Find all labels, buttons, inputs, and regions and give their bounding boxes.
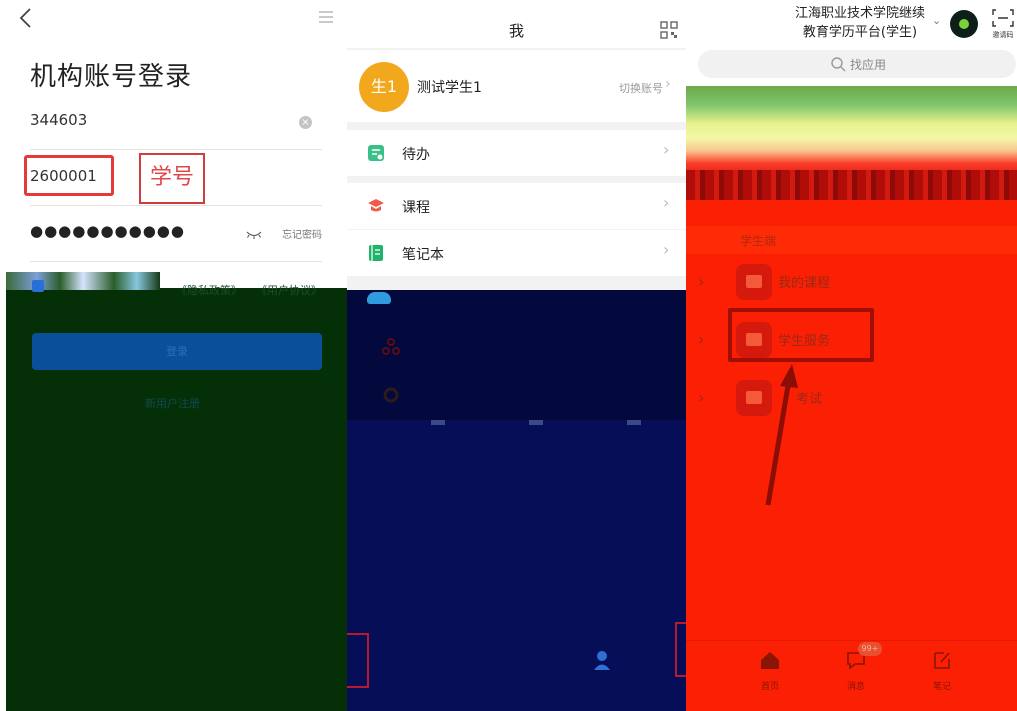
chevron-right-icon: ›: [698, 272, 705, 291]
tab-indicator: [431, 420, 445, 425]
annotation-label: 学号: [139, 153, 205, 204]
search-placeholder: 找应用: [850, 58, 887, 72]
menu-item-label: 课程: [402, 200, 430, 216]
student-id-highlight: [24, 155, 114, 196]
dark-overlay-lower: [347, 420, 686, 711]
section-title: 学生端: [740, 234, 777, 248]
chevron-right-icon: ›: [663, 193, 670, 212]
chevron-right-icon: ›: [665, 76, 671, 92]
chevron-right-icon: ›: [698, 388, 705, 407]
menu-item-course[interactable]: 课程 ›: [347, 183, 686, 229]
section-header: 学生端: [686, 226, 1017, 254]
settings-icon: [383, 387, 399, 403]
app-item-exam[interactable]: › 考试: [686, 376, 1017, 424]
annotation-arrow: [765, 364, 798, 506]
school-name-line2: 教育学历平台(学生): [802, 25, 918, 40]
avatar: 生1: [359, 62, 409, 112]
back-arrow-icon[interactable]: [16, 6, 36, 30]
menu-item-notebook[interactable]: 笔记本 ›: [347, 230, 686, 276]
privacy-policy-link[interactable]: 《隐私政策》: [176, 282, 242, 298]
student-service-highlight: [728, 308, 874, 362]
login-button[interactable]: 登录: [32, 333, 322, 370]
qr-code-icon[interactable]: [660, 21, 678, 39]
cloud-icon: [367, 292, 391, 304]
student-app-screen: 江海职业技术学院继续 教育学历平台(学生) ⌄ 邀请码 找应用 学生端 › 我的…: [686, 0, 1017, 711]
header: 我: [347, 0, 686, 48]
profile-card[interactable]: 生1 测试学生1 切换账号 ›: [347, 50, 686, 122]
register-link[interactable]: 新用户注册: [145, 395, 200, 411]
invite-code-label: 邀请码: [992, 31, 1014, 39]
search-input[interactable]: 找应用: [698, 50, 1016, 78]
me-screen: 我 生1 测试学生1 切换账号 › 待办 › 课程 › 笔记本 ›: [347, 0, 686, 711]
share-icon: [382, 338, 400, 355]
forgot-password-link[interactable]: 忘记密码: [282, 226, 322, 241]
org-code-field[interactable]: 344603 ×: [30, 94, 322, 150]
bottom-tab-bar: 首页 消息 笔记: [686, 640, 1017, 711]
tab-home[interactable]: 首页: [740, 649, 800, 699]
school-name-line1: 江海职业技术学院继续: [794, 6, 925, 21]
invite-code-button[interactable]: 邀请码: [992, 8, 1014, 39]
scan-icon: [992, 9, 1014, 27]
tab-message[interactable]: 消息: [826, 649, 886, 699]
annotation-frame: [675, 622, 686, 677]
home-icon: [761, 652, 779, 669]
app-item-label: 我的课程: [778, 276, 831, 291]
tab-label: 消息: [846, 682, 865, 692]
agree-checkbox[interactable]: [32, 280, 44, 292]
menu-icon[interactable]: [318, 11, 334, 23]
todo-icon: [368, 145, 384, 161]
menu-item-todo[interactable]: 待办 ›: [347, 130, 686, 176]
tab-label: 笔记: [932, 682, 951, 692]
chevron-right-icon: ›: [663, 240, 670, 259]
menu-item-label: 笔记本: [402, 247, 444, 263]
school-name[interactable]: 江海职业技术学院继续 教育学历平台(学生): [786, 4, 934, 42]
clear-icon[interactable]: ×: [299, 116, 312, 129]
user-agreement-link[interactable]: 《用户协议》: [256, 282, 322, 298]
app-item-my-course[interactable]: › 我的课程: [686, 260, 1017, 308]
course-icon: [736, 264, 772, 300]
tab-indicator: [529, 420, 543, 425]
notebook-icon: [369, 245, 383, 261]
org-code-value: 344603: [30, 111, 88, 129]
chevron-down-icon[interactable]: ⌄: [932, 14, 941, 27]
school-logo: [950, 10, 978, 38]
tab-note[interactable]: 笔记: [912, 649, 972, 699]
banner-image[interactable]: [686, 86, 1017, 176]
message-badge: 99+: [858, 642, 882, 656]
annotation-frame: [347, 633, 369, 688]
note-icon: [934, 652, 950, 669]
chevron-right-icon: ›: [663, 140, 670, 159]
page-title: 我: [508, 22, 524, 40]
search-icon: [831, 57, 846, 72]
course-icon: [368, 199, 384, 212]
login-screen: 机构账号登录 344603 × 2600001 ●●●●●●●●●●● 忘记密码…: [0, 0, 347, 711]
tab-label: 首页: [760, 682, 779, 692]
tab-indicator: [627, 420, 641, 425]
switch-account-link[interactable]: 切换账号: [619, 80, 663, 96]
glitch-strip: [6, 272, 160, 290]
chevron-right-icon: ›: [698, 330, 705, 349]
user-name: 测试学生1: [417, 80, 482, 96]
password-mask: ●●●●●●●●●●●: [30, 222, 185, 240]
glitch-strip: [686, 170, 1017, 202]
password-field[interactable]: ●●●●●●●●●●● 忘记密码: [30, 206, 322, 262]
eye-closed-icon[interactable]: [246, 230, 262, 240]
me-tab-icon[interactable]: [593, 650, 611, 672]
menu-item-label: 待办: [402, 147, 430, 163]
page-title: 机构账号登录: [30, 62, 193, 92]
